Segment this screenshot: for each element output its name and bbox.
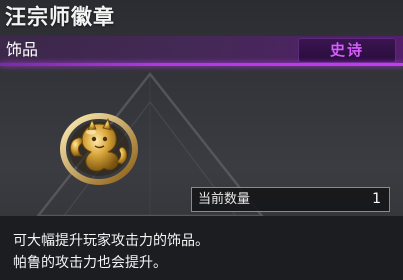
category-bar: 饰品 史诗	[0, 36, 403, 66]
description-box: 可大幅提升玩家攻击力的饰品。 帕鲁的攻击力也会提升。	[0, 216, 403, 280]
item-art-area: 当前数量 1	[0, 66, 403, 216]
rarity-badge: 史诗	[298, 38, 396, 63]
item-category: 饰品	[6, 40, 39, 59]
description-line-2: 帕鲁的攻击力也会提升。	[13, 255, 167, 271]
quantity-value: 1	[372, 191, 381, 207]
item-detail-panel: 汪宗师徽章 饰品 史诗 当前数量 1 可大幅提升玩家攻击力的饰品。 帕鲁的攻击力…	[0, 0, 403, 280]
quantity-box: 当前数量 1	[191, 187, 390, 212]
gold-cat-emblem-icon	[60, 113, 138, 185]
description-line-1: 可大幅提升玩家攻击力的饰品。	[13, 233, 209, 249]
item-name: 汪宗师徽章	[5, 5, 115, 29]
quantity-label: 当前数量	[198, 192, 251, 207]
